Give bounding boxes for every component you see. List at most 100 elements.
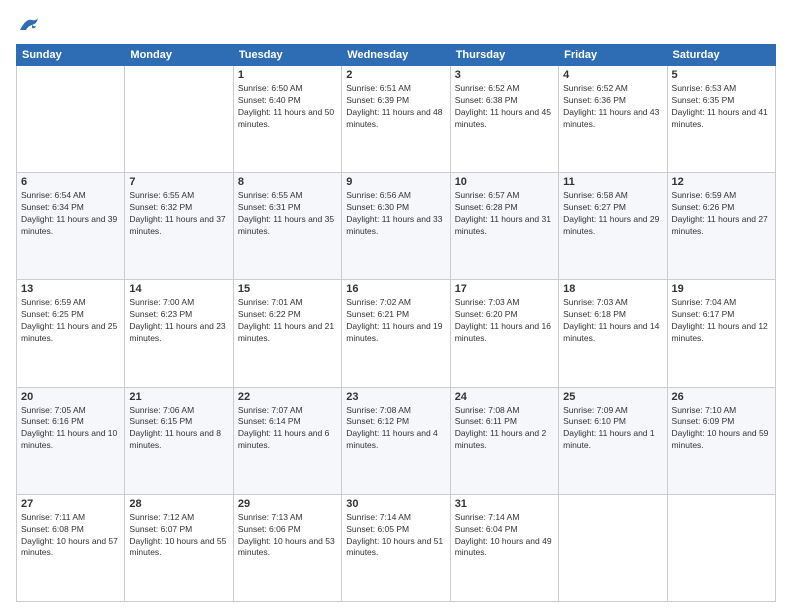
day-cell: 11 Sunrise: 6:58 AM Sunset: 6:27 PM Dayli… xyxy=(559,173,667,280)
day-info: Sunrise: 7:02 AM Sunset: 6:21 PM Dayligh… xyxy=(346,297,445,345)
day-cell: 25 Sunrise: 7:09 AM Sunset: 6:10 PM Dayli… xyxy=(559,387,667,494)
weekday-monday: Monday xyxy=(125,45,233,66)
day-number: 18 xyxy=(563,283,662,295)
day-info: Sunrise: 7:03 AM Sunset: 6:18 PM Dayligh… xyxy=(563,297,662,345)
day-number: 7 xyxy=(129,176,228,188)
page: SundayMondayTuesdayWednesdayThursdayFrid… xyxy=(0,0,792,612)
day-number: 16 xyxy=(346,283,445,295)
logo xyxy=(16,16,40,34)
day-info: Sunrise: 6:54 AM Sunset: 6:34 PM Dayligh… xyxy=(21,190,120,238)
day-cell: 29Sunrise: 7:13 AM Sunset: 6:06 PM Dayli… xyxy=(233,494,341,601)
day-info: Sunrise: 6:55 AM Sunset: 6:31 PM Dayligh… xyxy=(238,190,337,238)
day-number: 13 xyxy=(21,283,120,295)
day-number: 26 xyxy=(672,391,771,403)
day-info: Sunrise: 7:14 AM Sunset: 6:05 PM Dayligh… xyxy=(346,512,445,560)
week-row-2: 6 Sunrise: 6:54 AM Sunset: 6:34 PM Daylig… xyxy=(17,173,776,280)
day-number: 8 xyxy=(238,176,337,188)
day-cell xyxy=(125,66,233,173)
day-info: Sunrise: 6:58 AM Sunset: 6:27 PM Dayligh… xyxy=(563,190,662,238)
day-cell: 13 Sunrise: 6:59 AM Sunset: 6:25 PM Dayli… xyxy=(17,280,125,387)
day-info: Sunrise: 6:52 AM Sunset: 6:38 PM Dayligh… xyxy=(455,83,554,131)
weekday-header-row: SundayMondayTuesdayWednesdayThursdayFrid… xyxy=(17,45,776,66)
day-info: Sunrise: 7:13 AM Sunset: 6:06 PM Dayligh… xyxy=(238,512,337,560)
day-info: Sunrise: 6:56 AM Sunset: 6:30 PM Dayligh… xyxy=(346,190,445,238)
day-cell: 10 Sunrise: 6:57 AM Sunset: 6:28 PM Dayli… xyxy=(450,173,558,280)
day-info: Sunrise: 7:08 AM Sunset: 6:12 PM Dayligh… xyxy=(346,405,445,453)
day-number: 15 xyxy=(238,283,337,295)
day-cell xyxy=(667,494,775,601)
day-info: Sunrise: 6:55 AM Sunset: 6:32 PM Dayligh… xyxy=(129,190,228,238)
day-cell: 27 Sunrise: 7:11 AM Sunset: 6:08 PM Dayli… xyxy=(17,494,125,601)
day-cell: 20Sunrise: 7:05 AM Sunset: 6:16 PM Dayli… xyxy=(17,387,125,494)
logo-text xyxy=(16,16,40,34)
day-info: Sunrise: 7:06 AM Sunset: 6:15 PM Dayligh… xyxy=(129,405,228,453)
day-cell: 23 Sunrise: 7:08 AM Sunset: 6:12 PM Dayli… xyxy=(342,387,450,494)
day-number: 31 xyxy=(455,498,554,510)
weekday-tuesday: Tuesday xyxy=(233,45,341,66)
weekday-thursday: Thursday xyxy=(450,45,558,66)
day-number: 10 xyxy=(455,176,554,188)
day-info: Sunrise: 7:03 AM Sunset: 6:20 PM Dayligh… xyxy=(455,297,554,345)
day-number: 12 xyxy=(672,176,771,188)
day-info: Sunrise: 7:07 AM Sunset: 6:14 PM Dayligh… xyxy=(238,405,337,453)
day-info: Sunrise: 7:10 AM Sunset: 6:09 PM Dayligh… xyxy=(672,405,771,453)
day-cell: 24Sunrise: 7:08 AM Sunset: 6:11 PM Dayli… xyxy=(450,387,558,494)
day-cell xyxy=(559,494,667,601)
day-number: 11 xyxy=(563,176,662,188)
day-number: 4 xyxy=(563,69,662,81)
day-cell: 1Sunrise: 6:50 AM Sunset: 6:40 PM Daylig… xyxy=(233,66,341,173)
day-number: 17 xyxy=(455,283,554,295)
day-cell: 17 Sunrise: 7:03 AM Sunset: 6:20 PM Dayli… xyxy=(450,280,558,387)
day-number: 27 xyxy=(21,498,120,510)
week-row-4: 20Sunrise: 7:05 AM Sunset: 6:16 PM Dayli… xyxy=(17,387,776,494)
day-info: Sunrise: 7:09 AM Sunset: 6:10 PM Dayligh… xyxy=(563,405,662,453)
day-cell: 7 Sunrise: 6:55 AM Sunset: 6:32 PM Daylig… xyxy=(125,173,233,280)
weekday-friday: Friday xyxy=(559,45,667,66)
week-row-1: 1Sunrise: 6:50 AM Sunset: 6:40 PM Daylig… xyxy=(17,66,776,173)
day-number: 3 xyxy=(455,69,554,81)
day-number: 6 xyxy=(21,176,120,188)
day-info: Sunrise: 6:59 AM Sunset: 6:25 PM Dayligh… xyxy=(21,297,120,345)
day-number: 2 xyxy=(346,69,445,81)
day-number: 21 xyxy=(129,391,228,403)
day-info: Sunrise: 6:57 AM Sunset: 6:28 PM Dayligh… xyxy=(455,190,554,238)
logo-bird-icon xyxy=(18,16,40,34)
day-info: Sunrise: 6:52 AM Sunset: 6:36 PM Dayligh… xyxy=(563,83,662,131)
day-cell: 26 Sunrise: 7:10 AM Sunset: 6:09 PM Dayli… xyxy=(667,387,775,494)
day-cell: 5Sunrise: 6:53 AM Sunset: 6:35 PM Daylig… xyxy=(667,66,775,173)
day-cell xyxy=(17,66,125,173)
day-info: Sunrise: 7:12 AM Sunset: 6:07 PM Dayligh… xyxy=(129,512,228,560)
day-cell: 30 Sunrise: 7:14 AM Sunset: 6:05 PM Dayli… xyxy=(342,494,450,601)
day-cell: 12 Sunrise: 6:59 AM Sunset: 6:26 PM Dayli… xyxy=(667,173,775,280)
day-cell: 31 Sunrise: 7:14 AM Sunset: 6:04 PM Dayli… xyxy=(450,494,558,601)
day-number: 22 xyxy=(238,391,337,403)
day-info: Sunrise: 7:04 AM Sunset: 6:17 PM Dayligh… xyxy=(672,297,771,345)
day-info: Sunrise: 7:00 AM Sunset: 6:23 PM Dayligh… xyxy=(129,297,228,345)
day-cell: 15 Sunrise: 7:01 AM Sunset: 6:22 PM Dayli… xyxy=(233,280,341,387)
day-info: Sunrise: 6:51 AM Sunset: 6:39 PM Dayligh… xyxy=(346,83,445,131)
day-cell: 14 Sunrise: 7:00 AM Sunset: 6:23 PM Dayli… xyxy=(125,280,233,387)
day-info: Sunrise: 7:05 AM Sunset: 6:16 PM Dayligh… xyxy=(21,405,120,453)
week-row-5: 27 Sunrise: 7:11 AM Sunset: 6:08 PM Dayli… xyxy=(17,494,776,601)
day-info: Sunrise: 7:01 AM Sunset: 6:22 PM Dayligh… xyxy=(238,297,337,345)
header xyxy=(16,16,776,34)
day-number: 14 xyxy=(129,283,228,295)
calendar: SundayMondayTuesdayWednesdayThursdayFrid… xyxy=(16,44,776,602)
weekday-wednesday: Wednesday xyxy=(342,45,450,66)
day-cell: 21 Sunrise: 7:06 AM Sunset: 6:15 PM Dayli… xyxy=(125,387,233,494)
day-number: 30 xyxy=(346,498,445,510)
day-info: Sunrise: 7:14 AM Sunset: 6:04 PM Dayligh… xyxy=(455,512,554,560)
day-cell: 18 Sunrise: 7:03 AM Sunset: 6:18 PM Dayli… xyxy=(559,280,667,387)
day-cell: 22 Sunrise: 7:07 AM Sunset: 6:14 PM Dayli… xyxy=(233,387,341,494)
day-number: 9 xyxy=(346,176,445,188)
weekday-sunday: Sunday xyxy=(17,45,125,66)
day-info: Sunrise: 7:11 AM Sunset: 6:08 PM Dayligh… xyxy=(21,512,120,560)
day-cell: 8 Sunrise: 6:55 AM Sunset: 6:31 PM Daylig… xyxy=(233,173,341,280)
day-number: 25 xyxy=(563,391,662,403)
day-info: Sunrise: 7:08 AM Sunset: 6:11 PM Dayligh… xyxy=(455,405,554,453)
day-cell: 9 Sunrise: 6:56 AM Sunset: 6:30 PM Daylig… xyxy=(342,173,450,280)
day-number: 23 xyxy=(346,391,445,403)
day-cell: 19Sunrise: 7:04 AM Sunset: 6:17 PM Dayli… xyxy=(667,280,775,387)
day-number: 1 xyxy=(238,69,337,81)
day-info: Sunrise: 6:59 AM Sunset: 6:26 PM Dayligh… xyxy=(672,190,771,238)
